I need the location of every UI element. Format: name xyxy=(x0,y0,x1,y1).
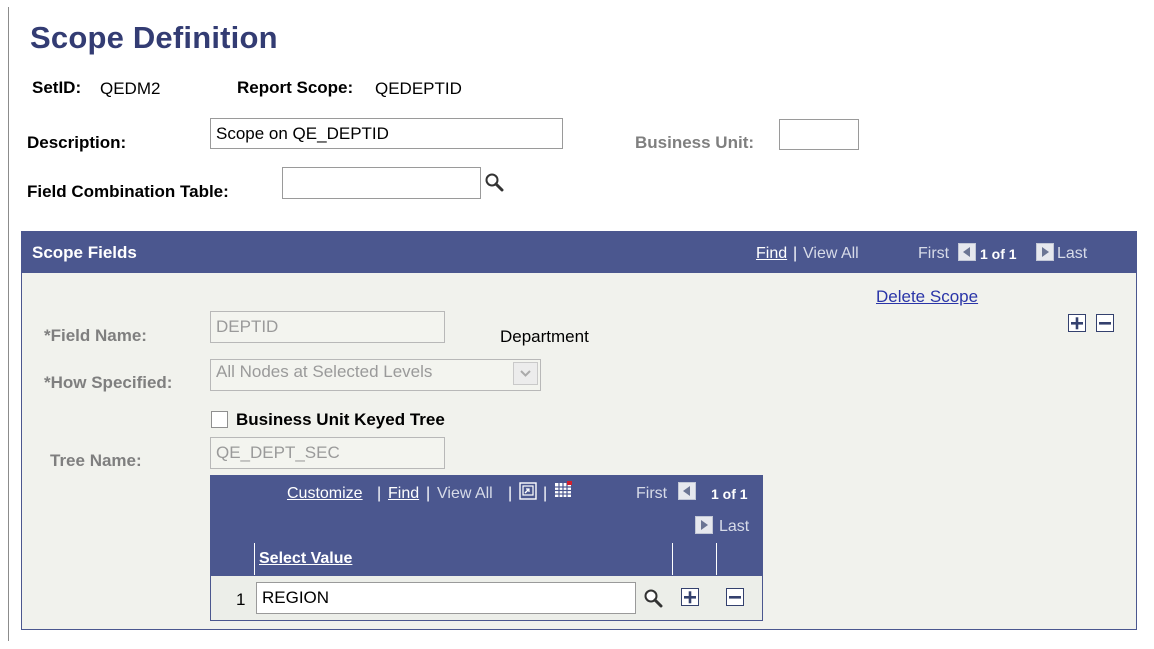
left-arrow-icon[interactable] xyxy=(678,482,696,500)
grid-view-all-link[interactable]: View All xyxy=(437,485,493,503)
right-arrow-icon[interactable] xyxy=(1036,243,1054,261)
select-value-input[interactable] xyxy=(256,582,636,614)
values-grid: Customize | Find | View All | | First 1 … xyxy=(210,475,763,621)
field-name-label: *Field Name: xyxy=(44,326,147,345)
grid-last-link[interactable]: Last xyxy=(719,518,749,536)
minus-icon[interactable] xyxy=(1096,314,1114,332)
scope-fields-title: Scope Fields xyxy=(32,243,137,262)
minus-icon[interactable] xyxy=(726,588,744,606)
view-all-link[interactable]: View All xyxy=(803,245,859,263)
business-unit-keyed-tree-checkbox[interactable] xyxy=(211,411,228,428)
scope-fields-header: Scope Fields Find | View All First 1 of … xyxy=(22,232,1136,273)
nav-separator: | xyxy=(377,485,382,502)
delete-column xyxy=(717,543,762,575)
first-link[interactable]: First xyxy=(918,245,949,263)
report-scope-label: Report Scope: xyxy=(237,78,354,97)
select-value-column: Select Value xyxy=(255,543,673,575)
magnifier-icon[interactable] xyxy=(643,588,663,608)
how-specified-select[interactable]: All Nodes at Selected Levels xyxy=(210,359,541,391)
plus-icon[interactable] xyxy=(1068,314,1086,332)
magnifier-icon[interactable] xyxy=(484,172,504,192)
right-arrow-icon[interactable] xyxy=(695,516,713,534)
how-specified-label: *How Specified: xyxy=(44,373,173,392)
field-combination-label: Field Combination Table: xyxy=(27,182,229,201)
page-title: Scope Definition xyxy=(30,20,278,55)
plus-icon[interactable] xyxy=(681,588,699,606)
spreadsheet-icon[interactable] xyxy=(553,480,573,500)
select-value-header[interactable]: Select Value xyxy=(259,550,352,568)
how-specified-value: All Nodes at Selected Levels xyxy=(216,362,433,381)
left-border-line xyxy=(8,7,9,641)
add-column xyxy=(673,543,717,575)
grid-first-link[interactable]: First xyxy=(636,485,667,503)
row-number: 1 xyxy=(236,590,246,609)
customize-link[interactable]: Customize xyxy=(287,485,363,503)
report-scope-value: QEDEPTID xyxy=(375,79,462,98)
business-unit-keyed-tree-label: Business Unit Keyed Tree xyxy=(236,410,445,429)
left-arrow-icon[interactable] xyxy=(958,243,976,261)
nav-separator: | xyxy=(426,485,431,502)
field-combination-input[interactable] xyxy=(282,167,481,199)
find-link[interactable]: Find xyxy=(756,245,787,263)
new-window-icon[interactable] xyxy=(518,481,538,501)
delete-scope-link[interactable]: Delete Scope xyxy=(876,287,978,307)
business-unit-label: Business Unit: xyxy=(635,133,755,152)
business-unit-input[interactable] xyxy=(779,119,859,150)
field-name-input[interactable] xyxy=(210,311,445,343)
row-count: 1 of 1 xyxy=(980,246,1017,262)
grid-row-count: 1 of 1 xyxy=(711,486,748,502)
tree-name-label: Tree Name: xyxy=(50,451,142,470)
nav-separator: | xyxy=(543,485,548,502)
table-row: 1 xyxy=(211,576,762,620)
setid-value: QEDM2 xyxy=(100,79,161,98)
tree-name-input[interactable] xyxy=(210,437,445,469)
grid-find-link[interactable]: Find xyxy=(388,485,419,503)
setid-label: SetID: xyxy=(32,78,82,97)
values-grid-column-header: Select Value xyxy=(211,542,762,576)
row-number-column xyxy=(211,543,255,575)
chevron-down-icon[interactable] xyxy=(513,362,538,385)
description-input[interactable] xyxy=(210,118,563,149)
description-label: Description: xyxy=(27,133,127,152)
last-link[interactable]: Last xyxy=(1057,245,1087,263)
values-grid-header: Customize | Find | View All | | First 1 … xyxy=(211,476,762,542)
nav-separator: | xyxy=(793,245,798,262)
field-description: Department xyxy=(500,327,589,346)
nav-separator: | xyxy=(508,485,513,502)
